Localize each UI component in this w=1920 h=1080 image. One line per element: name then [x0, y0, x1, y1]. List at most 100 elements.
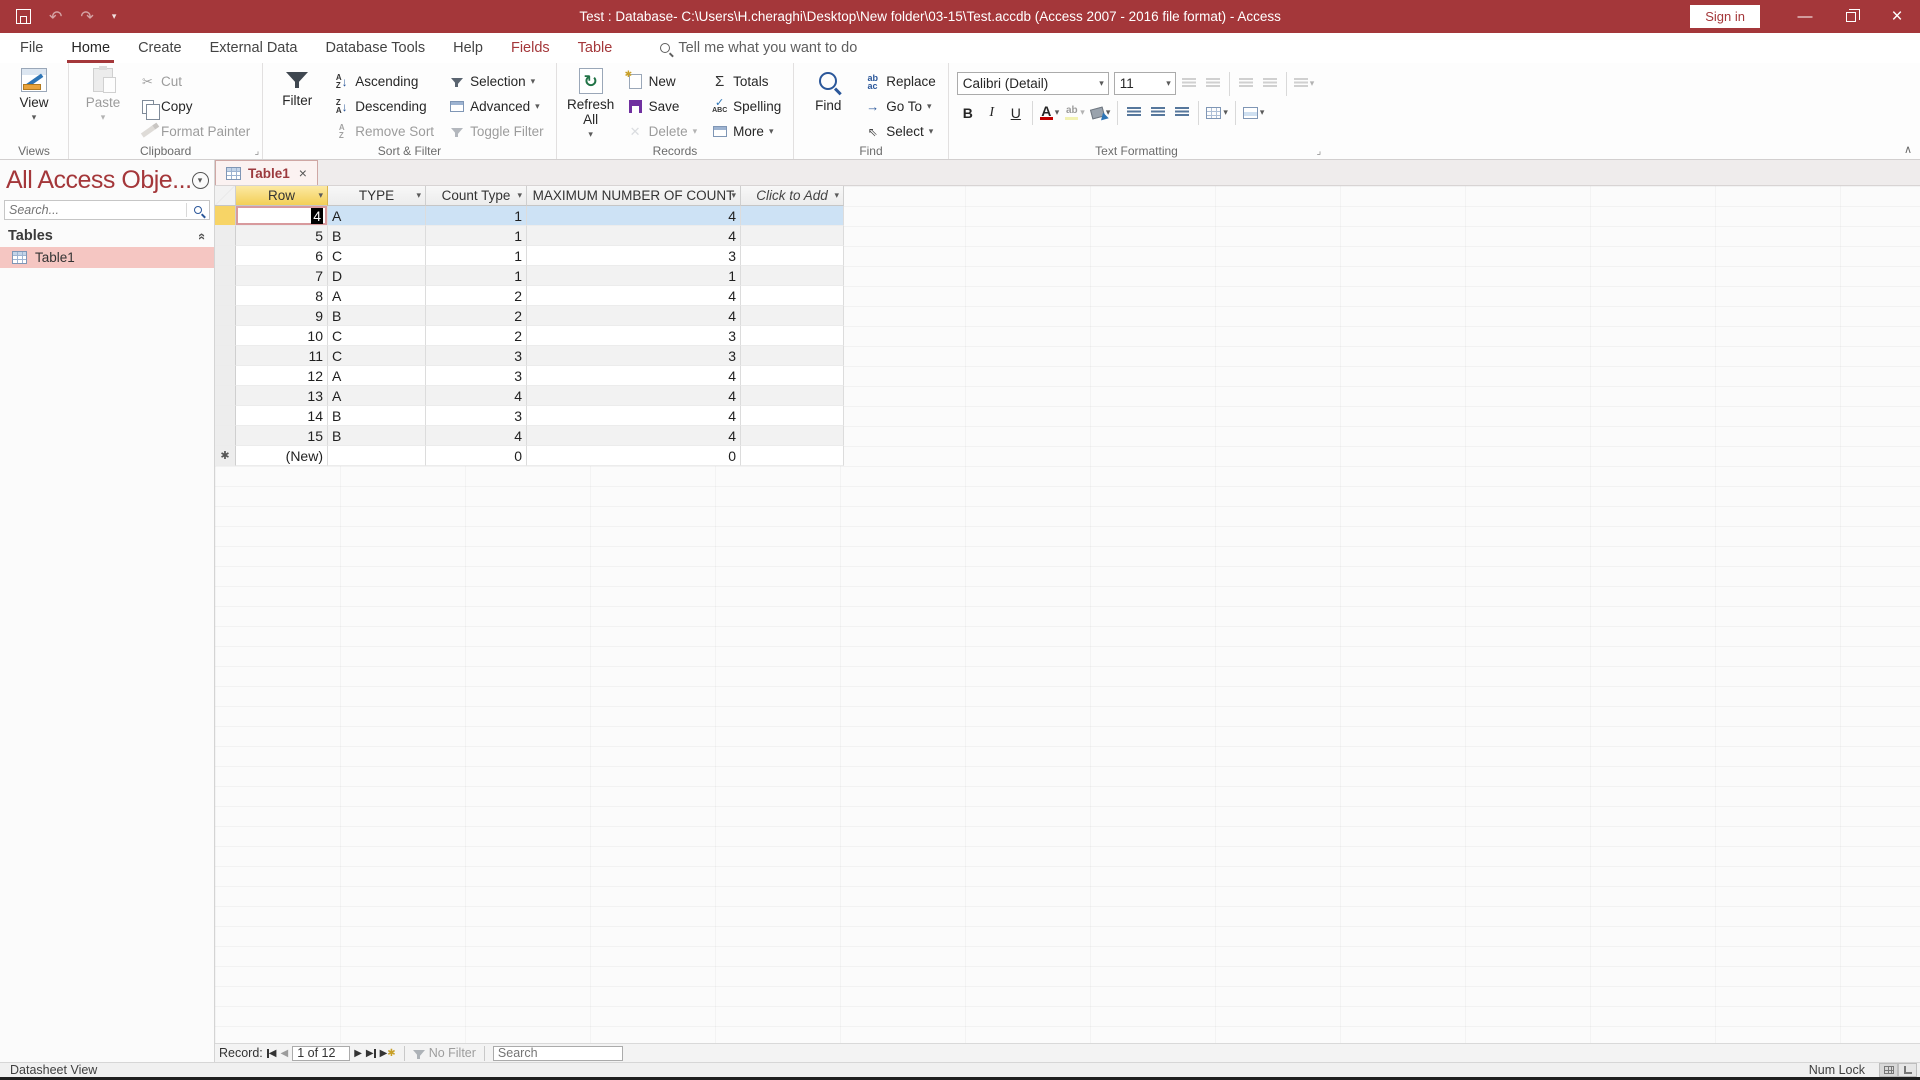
cell-type[interactable]: C	[328, 346, 426, 366]
cell-count-type[interactable]: 4	[426, 386, 527, 406]
replace-button[interactable]: ab acReplace	[860, 69, 940, 94]
collapse-ribbon-icon[interactable]: ∧	[1904, 143, 1912, 156]
row-selector[interactable]: ✱	[215, 306, 236, 326]
cell-maximum-number-of-count[interactable]: 3	[527, 346, 741, 366]
cell-maximum-number-of-count[interactable]: 1	[527, 266, 741, 286]
cell-row[interactable]: (New)	[236, 446, 328, 466]
cell-click-to-add[interactable]	[741, 386, 844, 406]
cell-type[interactable]: B	[328, 406, 426, 426]
cell-click-to-add[interactable]	[741, 306, 844, 326]
cell-click-to-add[interactable]	[741, 446, 844, 466]
tab-fields[interactable]: Fields	[497, 33, 564, 63]
cell-click-to-add[interactable]	[741, 346, 844, 366]
totals-button[interactable]: ΣTotals	[707, 69, 785, 94]
row-selector[interactable]: ✱	[215, 246, 236, 266]
advanced-button[interactable]: Advanced▾	[444, 94, 548, 119]
align-center-button[interactable]	[1147, 102, 1169, 124]
text-formatting-dialog-launcher-icon[interactable]: ⌟	[1317, 146, 1322, 157]
cell-maximum-number-of-count[interactable]: 3	[527, 246, 741, 266]
font-name-select[interactable]: Calibri (Detail)▾	[957, 72, 1109, 95]
cell-count-type[interactable]: 3	[426, 366, 527, 386]
design-view-button[interactable]	[1898, 1063, 1917, 1077]
cell-maximum-number-of-count[interactable]: 3	[527, 326, 741, 346]
cell-type[interactable]: B	[328, 426, 426, 446]
highlight-color-button[interactable]: ab▾	[1063, 102, 1087, 124]
alternate-row-color-button[interactable]: ▾	[1241, 102, 1267, 124]
row-selector[interactable]: ✱	[215, 426, 236, 446]
collapse-section-icon[interactable]: «	[195, 232, 210, 239]
cell-row[interactable]: 12	[236, 366, 328, 386]
sign-in-button[interactable]: Sign in	[1690, 5, 1760, 28]
nav-pane-menu-icon[interactable]: ▾	[192, 172, 209, 189]
select-all-corner[interactable]	[215, 186, 236, 206]
column-header-type[interactable]: TYPE▾	[328, 186, 426, 206]
format-painter-button[interactable]: Format Painter	[135, 119, 254, 144]
delete-record-button[interactable]: ✕Delete▾	[623, 119, 702, 144]
save-record-button[interactable]: Save	[623, 94, 702, 119]
select-button[interactable]: ⇖Select▾	[860, 119, 940, 144]
cell-row[interactable]: 9	[236, 306, 328, 326]
bold-button[interactable]: B	[957, 102, 979, 124]
cell-click-to-add[interactable]	[741, 406, 844, 426]
cell-maximum-number-of-count[interactable]: 4	[527, 206, 741, 226]
cut-button[interactable]: ✂Cut	[135, 69, 254, 94]
column-header-count-type[interactable]: Count Type▾	[426, 186, 527, 206]
last-record-button[interactable]: ▶	[366, 1048, 376, 1059]
cell-count-type[interactable]: 0	[426, 446, 527, 466]
paste-button[interactable]: Paste ▾	[77, 66, 129, 122]
decrease-indent-button[interactable]	[1259, 73, 1281, 95]
cell-maximum-number-of-count[interactable]: 4	[527, 426, 741, 446]
tab-home[interactable]: Home	[57, 33, 124, 63]
cell-count-type[interactable]: 3	[426, 406, 527, 426]
cell-maximum-number-of-count[interactable]: 4	[527, 306, 741, 326]
previous-record-button[interactable]: ◀	[280, 1048, 288, 1059]
first-record-button[interactable]: ◀	[267, 1048, 277, 1059]
undo-icon[interactable]: ↶	[49, 7, 62, 27]
cell-count-type[interactable]: 1	[426, 226, 527, 246]
bullets-button[interactable]	[1178, 73, 1200, 95]
cell-click-to-add[interactable]	[741, 266, 844, 286]
cell-count-type[interactable]: 2	[426, 326, 527, 346]
customize-qat-icon[interactable]: ▾	[112, 12, 117, 21]
column-dropdown-icon[interactable]: ▾	[517, 191, 522, 200]
next-record-button[interactable]: ▶	[354, 1048, 362, 1059]
selection-button[interactable]: Selection▾	[444, 69, 548, 94]
record-position-box[interactable]: 1 of 12	[292, 1046, 350, 1061]
datasheet-view-button[interactable]	[1879, 1063, 1898, 1077]
cell-count-type[interactable]: 2	[426, 306, 527, 326]
cell-click-to-add[interactable]	[741, 286, 844, 306]
cell-type[interactable]	[328, 446, 426, 466]
nav-section-tables[interactable]: Tables «	[0, 224, 214, 247]
filter-indicator[interactable]: No Filter	[413, 1046, 476, 1060]
tab-table[interactable]: Table	[564, 33, 627, 63]
new-record-button[interactable]: ▶✱	[380, 1048, 396, 1059]
column-header-maximum-number-of-count[interactable]: MAXIMUM NUMBER OF COUNT▾	[527, 186, 741, 206]
cell-type[interactable]: A	[328, 286, 426, 306]
cell-count-type[interactable]: 4	[426, 426, 527, 446]
row-selector[interactable]: ✱	[215, 326, 236, 346]
cell-maximum-number-of-count[interactable]: 4	[527, 286, 741, 306]
row-selector[interactable]: ✱	[215, 446, 236, 466]
cell-count-type[interactable]: 2	[426, 286, 527, 306]
cell-click-to-add[interactable]	[741, 326, 844, 346]
cell-row[interactable]: 4	[236, 206, 328, 226]
row-selector[interactable]: ✱	[215, 266, 236, 286]
cell-click-to-add[interactable]	[741, 206, 844, 226]
minimize-button[interactable]: —	[1782, 0, 1828, 33]
cell-count-type[interactable]: 3	[426, 346, 527, 366]
cell-maximum-number-of-count[interactable]: 4	[527, 386, 741, 406]
refresh-all-button[interactable]: ↻ Refresh All ▾	[565, 66, 617, 139]
row-selector[interactable]: ✱	[215, 406, 236, 426]
row-selector[interactable]: ✱	[215, 346, 236, 366]
column-header-row[interactable]: Row▾	[236, 186, 328, 206]
column-dropdown-icon[interactable]: ▾	[834, 191, 839, 200]
cell-row[interactable]: 5	[236, 226, 328, 246]
cell-click-to-add[interactable]	[741, 366, 844, 386]
tab-help[interactable]: Help	[439, 33, 497, 63]
cell-row[interactable]: 14	[236, 406, 328, 426]
cell-row[interactable]: 8	[236, 286, 328, 306]
cell-row[interactable]: 7	[236, 266, 328, 286]
close-button[interactable]: ×	[1874, 0, 1920, 33]
cell-count-type[interactable]: 1	[426, 246, 527, 266]
font-color-button[interactable]: A▾	[1038, 102, 1062, 124]
